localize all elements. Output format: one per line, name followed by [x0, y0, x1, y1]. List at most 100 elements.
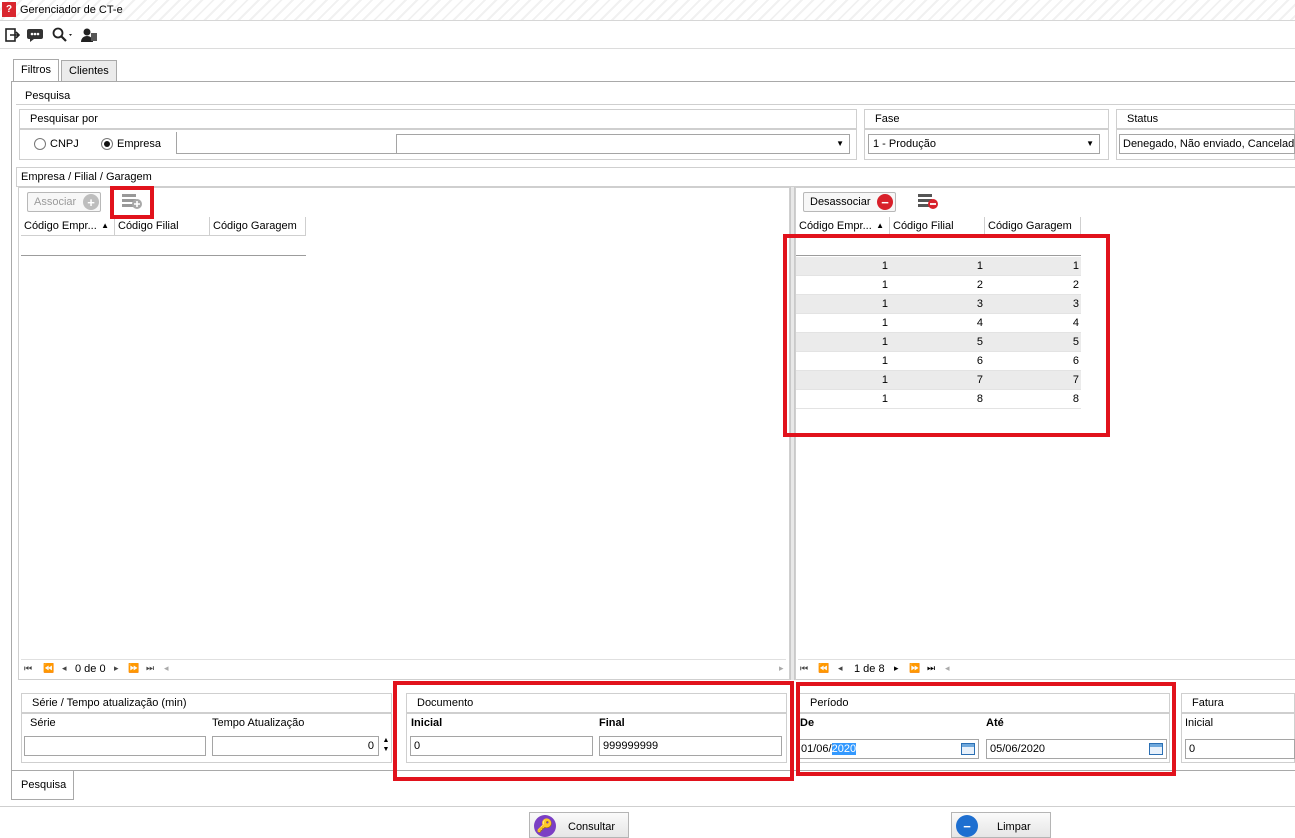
periodo-de-input[interactable]: 01/06/2020: [799, 739, 979, 759]
fase-combo[interactable]: 1 - Produção ▼: [868, 134, 1100, 154]
title-bar: [0, 0, 1295, 21]
calendar-icon[interactable]: [1149, 743, 1163, 755]
tab-filtros[interactable]: Filtros: [13, 59, 59, 82]
fatura-inicial-label: Inicial: [1185, 717, 1214, 729]
radio-empresa-label: Empresa: [117, 138, 162, 150]
first-page-icon[interactable]: ⏮: [800, 663, 808, 674]
table-cell: 1: [881, 260, 888, 272]
search-icon[interactable]: [50, 26, 76, 44]
last-page-icon[interactable]: ⏭: [927, 663, 935, 674]
prev-page-icon[interactable]: ◂: [838, 663, 843, 674]
desassociar-button[interactable]: Desassociar −: [803, 192, 896, 212]
right-col-codigo-filial[interactable]: Código Filial: [890, 217, 985, 236]
left-col-codigo-garagem[interactable]: Código Garagem: [210, 217, 306, 236]
associate-all-icon[interactable]: [121, 193, 143, 209]
fatura-inicial-input[interactable]: 0: [1185, 739, 1295, 759]
empresa-combo[interactable]: ▼: [396, 134, 850, 154]
footer-divider: [0, 806, 1295, 807]
fase-combo-value: 1 - Produção: [873, 138, 936, 150]
table-cell: 2: [1072, 279, 1079, 291]
consultar-button[interactable]: 🔑 Consultar: [529, 812, 629, 838]
periodo-ate-input[interactable]: 05/06/2020: [986, 739, 1167, 759]
serie-input[interactable]: [24, 736, 206, 756]
table-cell: 5: [1072, 336, 1079, 348]
table-cell: 2: [976, 279, 983, 291]
table-cell: 8: [1072, 393, 1079, 405]
chevron-down-icon: ▼: [836, 139, 844, 148]
right-col-codigo-empresa[interactable]: Código Empr... ▲: [796, 217, 890, 236]
status-combo[interactable]: Denegado, Não enviado, Cancelado: [1119, 134, 1295, 154]
empresa-search-input[interactable]: [176, 132, 396, 154]
tempo-input[interactable]: 0: [212, 736, 379, 756]
table-cell: 7: [1072, 374, 1079, 386]
radio-cnpj-label: CNPJ: [50, 138, 79, 150]
scroll-right-icon[interactable]: ▸: [779, 663, 784, 674]
right-col-codigo-garagem[interactable]: Código Garagem: [985, 217, 1081, 236]
empresa-group-title: Empresa / Filial / Garagem: [16, 167, 1295, 187]
table-row[interactable]: 1 1 1: [796, 257, 1081, 276]
scroll-left-icon[interactable]: ◂: [164, 663, 169, 674]
table-row[interactable]: 1 7 7: [796, 371, 1081, 390]
table-cell: 4: [976, 317, 983, 329]
tab-clientes[interactable]: Clientes: [61, 60, 117, 82]
left-pager-text: 0 de 0: [75, 663, 106, 675]
table-cell: 1: [881, 298, 888, 310]
documento-inicial-label: Inicial: [411, 717, 443, 729]
table-cell: 1: [1072, 260, 1079, 272]
table-cell: 6: [1072, 355, 1079, 367]
scroll-left-icon[interactable]: ◂: [945, 663, 950, 674]
status-title: Status: [1116, 109, 1295, 129]
chat-icon[interactable]: [26, 26, 44, 44]
prev-fast-icon[interactable]: ⏪: [43, 663, 54, 674]
left-col-codigo-empresa[interactable]: Código Empr... ▲: [21, 217, 115, 236]
table-row[interactable]: 1 6 6: [796, 352, 1081, 371]
app-logo-icon: ?: [2, 2, 16, 17]
next-page-icon[interactable]: ▸: [894, 663, 899, 674]
table-row[interactable]: 1 8 8: [796, 390, 1081, 409]
first-page-icon[interactable]: ⏮: [24, 663, 32, 674]
minus-icon: −: [877, 194, 893, 210]
pesquisa-divider: [16, 104, 1295, 105]
radio-cnpj[interactable]: [34, 138, 46, 150]
table-row[interactable]: 1 4 4: [796, 314, 1081, 333]
periodo-de-year-selection: 2020: [831, 743, 857, 755]
desassociate-all-icon[interactable]: [917, 193, 939, 209]
documento-title: Documento: [406, 693, 787, 713]
documento-inicial-input[interactable]: 0: [410, 736, 593, 756]
tab-pesquisa-bottom[interactable]: Pesquisa: [11, 771, 74, 800]
table-row[interactable]: 1 2 2: [796, 276, 1081, 295]
periodo-de-label: De: [800, 717, 815, 729]
table-cell: 1: [976, 260, 983, 272]
table-cell: 7: [976, 374, 983, 386]
users-icon[interactable]: [80, 26, 98, 44]
limpar-label: Limpar: [997, 821, 1031, 833]
prev-page-icon[interactable]: ◂: [62, 663, 67, 674]
sort-asc-icon: ▲: [876, 221, 884, 230]
consultar-label: Consultar: [568, 821, 616, 833]
next-fast-icon[interactable]: ⏩: [909, 663, 920, 674]
pesquisar-por-title: Pesquisar por: [19, 109, 857, 129]
last-page-icon[interactable]: ⏭: [146, 663, 154, 674]
prev-fast-icon[interactable]: ⏪: [818, 663, 829, 674]
table-row[interactable]: 1 3 3: [796, 295, 1081, 314]
left-col-codigo-filial[interactable]: Código Filial: [115, 217, 210, 236]
exit-icon[interactable]: [3, 26, 21, 44]
radio-empresa[interactable]: [101, 138, 113, 150]
next-fast-icon[interactable]: ⏩: [128, 663, 139, 674]
serie-label: Série: [30, 717, 56, 729]
fatura-title: Fatura: [1181, 693, 1295, 713]
table-cell: 1: [881, 355, 888, 367]
table-cell: 1: [881, 317, 888, 329]
chevron-down-icon: ▼: [1086, 139, 1094, 148]
spinner-icon[interactable]: ▲ ▼: [381, 736, 391, 756]
associar-button[interactable]: Associar +: [27, 192, 101, 212]
limpar-button[interactable]: − Limpar: [951, 812, 1051, 838]
table-cell: 1: [881, 393, 888, 405]
next-page-icon[interactable]: ▸: [114, 663, 119, 674]
associar-label: Associar: [34, 196, 77, 208]
table-cell: 8: [976, 393, 983, 405]
table-row[interactable]: 1 5 5: [796, 333, 1081, 352]
table-cell: 6: [976, 355, 983, 367]
documento-final-input[interactable]: 999999999: [599, 736, 782, 756]
calendar-icon[interactable]: [961, 743, 975, 755]
